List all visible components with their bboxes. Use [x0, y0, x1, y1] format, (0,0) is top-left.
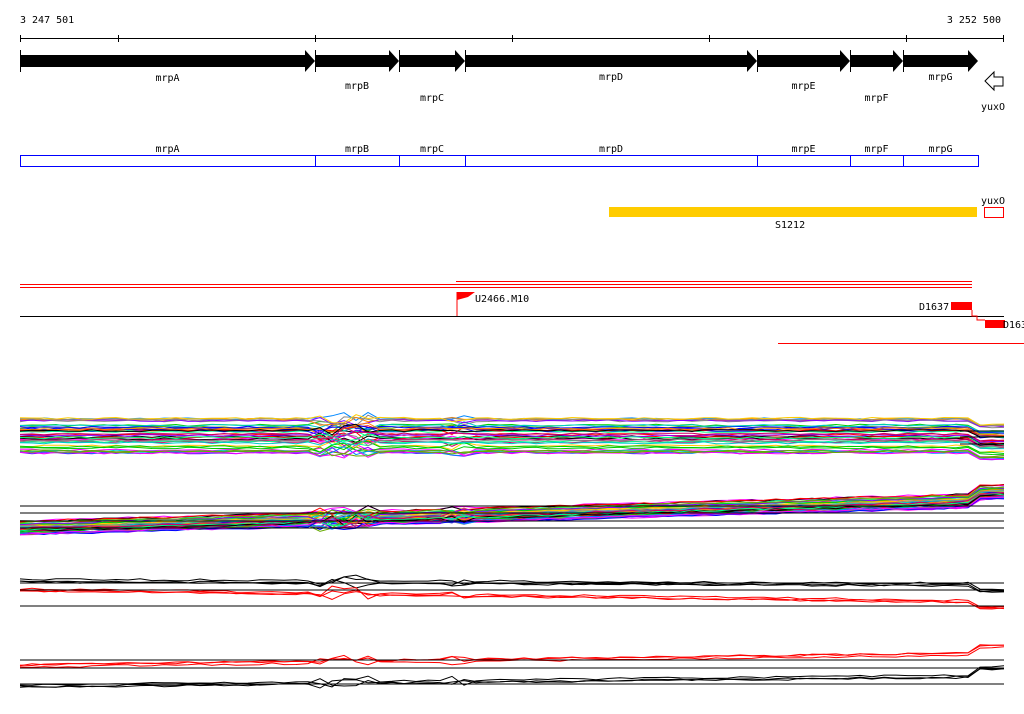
- cds-label: mrpE: [791, 144, 815, 155]
- cds-box-mrpC[interactable]: [399, 155, 466, 167]
- cds-box-mrpG[interactable]: [903, 155, 979, 167]
- gene-arrow-mrpE[interactable]: [757, 50, 850, 72]
- cds-label: mrpF: [864, 144, 888, 155]
- gene-label: mrpB: [345, 81, 369, 92]
- cds-label: mrpD: [599, 144, 623, 155]
- d163-box[interactable]: [985, 320, 1005, 328]
- track4-trace: [19, 668, 1005, 688]
- gene-label: mrpG: [928, 72, 952, 83]
- gene-label: mrpD: [599, 72, 623, 83]
- yuxo-feature-box[interactable]: [984, 207, 1004, 218]
- marker-flag-icon[interactable]: [457, 292, 475, 300]
- yuxo-feature-label: yuxO: [981, 196, 1005, 207]
- marker-label: U2466.M10: [475, 294, 529, 305]
- gene-label: mrpC: [420, 93, 444, 104]
- segment-label: S1212: [775, 220, 805, 231]
- gene-label: yuxO: [981, 102, 1005, 113]
- ruler-end-label: 3 252 500: [947, 15, 1001, 26]
- alignment-traces: [19, 411, 1005, 689]
- gene-arrow-mrpB[interactable]: [315, 50, 399, 72]
- gene-track: mrpA mrpB mrpC mrpD mrpE mrpF mrpG yuxO: [20, 50, 1005, 113]
- gene-arrow-mrpA[interactable]: [20, 50, 315, 72]
- genome-browser: 3 247 501 3 252 500 mrpA mrpB mrpC mrpD mrpE…: [0, 0, 1024, 714]
- segment-bar[interactable]: [609, 207, 977, 217]
- ruler: [20, 35, 1004, 42]
- cds-label: mrpB: [345, 144, 369, 155]
- gene-arrow-mrpD[interactable]: [465, 50, 757, 72]
- cds-box-mrpA[interactable]: [20, 155, 316, 167]
- track4-trace: [19, 644, 1005, 667]
- cds-label: mrpG: [928, 144, 952, 155]
- gene-arrow-yuxO[interactable]: [984, 70, 1004, 92]
- cds-label: mrpC: [420, 144, 444, 155]
- gene-arrow-mrpC[interactable]: [399, 50, 465, 72]
- gene-label: mrpF: [864, 93, 888, 104]
- gene-arrow-mrpF[interactable]: [850, 50, 903, 72]
- d1637-box[interactable]: [951, 302, 972, 310]
- d1637-label: D1637: [919, 302, 949, 313]
- cds-box-mrpB[interactable]: [315, 155, 400, 167]
- d163-label: D163: [1003, 320, 1024, 331]
- ruler-start-label: 3 247 501: [20, 15, 74, 26]
- gene-label: mrpA: [155, 73, 179, 84]
- genome-tracks: 3 247 501 3 252 500 mrpA mrpB mrpC mrpD mrpE…: [19, 15, 1024, 689]
- cds-box-mrpE[interactable]: [757, 155, 851, 167]
- cds-label: mrpA: [155, 144, 179, 155]
- cds-box-mrpF[interactable]: [850, 155, 904, 167]
- track4-trace: [19, 646, 1005, 668]
- cds-track: mrpA mrpB mrpC mrpD mrpE mrpF mrpG: [20, 144, 979, 167]
- cds-box-mrpD[interactable]: [465, 155, 758, 167]
- gene-label: mrpE: [791, 81, 815, 92]
- gene-arrow-mrpG[interactable]: [903, 50, 978, 72]
